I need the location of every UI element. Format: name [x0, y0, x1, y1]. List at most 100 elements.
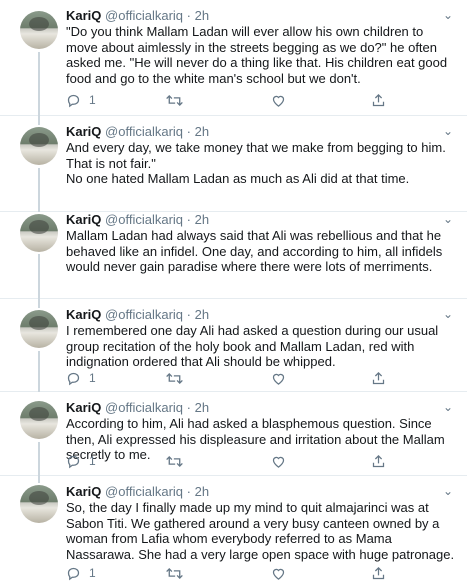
tweet[interactable]: ⌄ KariQ @officialkariq · 2h Mallam Ladan…: [0, 212, 467, 299]
reply-icon: [67, 567, 80, 580]
separator-dot: ·: [186, 124, 191, 139]
tweet-text-line: I remembered one day Ali had asked a que…: [66, 323, 439, 369]
reply-count: 1: [89, 93, 96, 107]
retweet-button[interactable]: [166, 564, 183, 582]
tweet-text: "Do you think Mallam Ladan will ever all…: [66, 24, 455, 86]
share-icon: [372, 566, 385, 579]
like-icon: [272, 456, 285, 468]
reply-icon: [67, 372, 80, 385]
retweet-icon: [166, 455, 183, 467]
author-name[interactable]: KariQ: [66, 212, 101, 227]
timestamp[interactable]: 2h: [195, 8, 209, 23]
tweet-text: And every day, we take money that we mak…: [66, 140, 455, 187]
separator-dot: ·: [186, 8, 191, 23]
retweet-button[interactable]: [166, 369, 183, 387]
thread-connector: [38, 299, 40, 308]
reply-button[interactable]: 1: [66, 91, 96, 109]
author-handle[interactable]: @officialkariq: [105, 484, 183, 499]
avatar[interactable]: [20, 485, 58, 523]
tweet-text-line: Mallam Ladan had always said that Ali wa…: [66, 228, 443, 274]
thread-connector: [38, 168, 40, 212]
tweet-header: KariQ @officialkariq · 2h: [66, 307, 455, 323]
reply-count: 1: [89, 454, 96, 468]
tweet-content: KariQ @officialkariq · 2h Mallam Ladan h…: [66, 212, 455, 275]
share-button[interactable]: [371, 369, 386, 387]
thread-connector: [38, 476, 40, 483]
tweet-actions: 1: [66, 91, 406, 109]
tweet-actions: 1: [66, 452, 406, 470]
timestamp[interactable]: 2h: [195, 124, 209, 139]
avatar[interactable]: [20, 401, 58, 439]
separator-dot: ·: [186, 307, 191, 322]
reply-count: 1: [89, 566, 96, 580]
thread-connector: [38, 254, 40, 299]
timestamp[interactable]: 2h: [195, 484, 209, 499]
tweet-header: KariQ @officialkariq · 2h: [66, 124, 455, 140]
retweet-button[interactable]: [166, 452, 183, 470]
tweet-actions: 1: [66, 564, 406, 582]
share-icon: [372, 93, 385, 106]
avatar[interactable]: [20, 214, 58, 252]
share-button[interactable]: [371, 452, 386, 470]
author-name[interactable]: KariQ: [66, 400, 101, 415]
tweet-content: KariQ @officialkariq · 2h "Do you think …: [66, 8, 455, 86]
tweet-header: KariQ @officialkariq · 2h: [66, 400, 455, 416]
tweet-content: KariQ @officialkariq · 2h I remembered o…: [66, 307, 455, 370]
tweet-header: KariQ @officialkariq · 2h: [66, 484, 455, 500]
like-button[interactable]: [271, 452, 286, 470]
author-handle[interactable]: @officialkariq: [105, 8, 183, 23]
tweet[interactable]: ⌄ KariQ @officialkariq · 2h "Do you thin…: [0, 0, 467, 116]
tweet-text-line: No one hated Mallam Ladan as much as Ali…: [66, 171, 410, 186]
like-button[interactable]: [271, 369, 286, 387]
separator-dot: ·: [186, 484, 191, 499]
tweet-text: Mallam Ladan had always said that Ali wa…: [66, 228, 455, 275]
thread-connector: [38, 52, 40, 116]
tweet-actions: 1: [66, 369, 406, 387]
tweet-text: I remembered one day Ali had asked a que…: [66, 323, 455, 370]
retweet-button[interactable]: [166, 91, 183, 109]
retweet-icon: [166, 567, 183, 579]
like-button[interactable]: [271, 564, 286, 582]
tweet-text-line: "Do you think Mallam Ladan will ever all…: [66, 24, 448, 86]
avatar[interactable]: [20, 11, 58, 49]
like-button[interactable]: [271, 91, 286, 109]
share-icon: [372, 454, 385, 467]
tweet[interactable]: ⌄ KariQ @officialkariq · 2h So, the day …: [0, 476, 467, 583]
tweet[interactable]: ⌄ KariQ @officialkariq · 2h And every da…: [0, 116, 467, 212]
like-icon: [272, 373, 285, 385]
separator-dot: ·: [186, 400, 191, 415]
tweet-text-line: So, the day I finally made up my mind to…: [66, 500, 455, 562]
thread-connector: [38, 442, 40, 476]
tweet[interactable]: ⌄ KariQ @officialkariq · 2h I remembered…: [0, 299, 467, 392]
avatar[interactable]: [20, 310, 58, 348]
reply-button[interactable]: 1: [66, 369, 96, 387]
tweet-header: KariQ @officialkariq · 2h: [66, 8, 455, 24]
tweet-content: KariQ @officialkariq · 2h So, the day I …: [66, 484, 455, 562]
retweet-icon: [166, 372, 183, 384]
share-icon: [372, 371, 385, 384]
tweet-text-line: And every day, we take money that we mak…: [66, 140, 446, 171]
author-name[interactable]: KariQ: [66, 8, 101, 23]
author-handle[interactable]: @officialkariq: [105, 400, 183, 415]
share-button[interactable]: [371, 91, 386, 109]
author-name[interactable]: KariQ: [66, 124, 101, 139]
tweet[interactable]: ⌄ KariQ @officialkariq · 2h According to…: [0, 392, 467, 476]
retweet-icon: [166, 94, 183, 106]
author-handle[interactable]: @officialkariq: [105, 124, 183, 139]
timestamp[interactable]: 2h: [195, 307, 209, 322]
author-handle[interactable]: @officialkariq: [105, 212, 183, 227]
reply-icon: [67, 94, 80, 107]
avatar[interactable]: [20, 127, 58, 165]
author-name[interactable]: KariQ: [66, 307, 101, 322]
tweet-text: So, the day I finally made up my mind to…: [66, 500, 455, 562]
reply-button[interactable]: 1: [66, 452, 96, 470]
reply-icon: [67, 455, 80, 468]
author-handle[interactable]: @officialkariq: [105, 307, 183, 322]
thread-connector: [38, 116, 40, 125]
timestamp[interactable]: 2h: [195, 212, 209, 227]
share-button[interactable]: [371, 564, 386, 582]
reply-button[interactable]: 1: [66, 564, 96, 582]
author-name[interactable]: KariQ: [66, 484, 101, 499]
timestamp[interactable]: 2h: [195, 400, 209, 415]
tweet-content: KariQ @officialkariq · 2h And every day,…: [66, 124, 455, 187]
